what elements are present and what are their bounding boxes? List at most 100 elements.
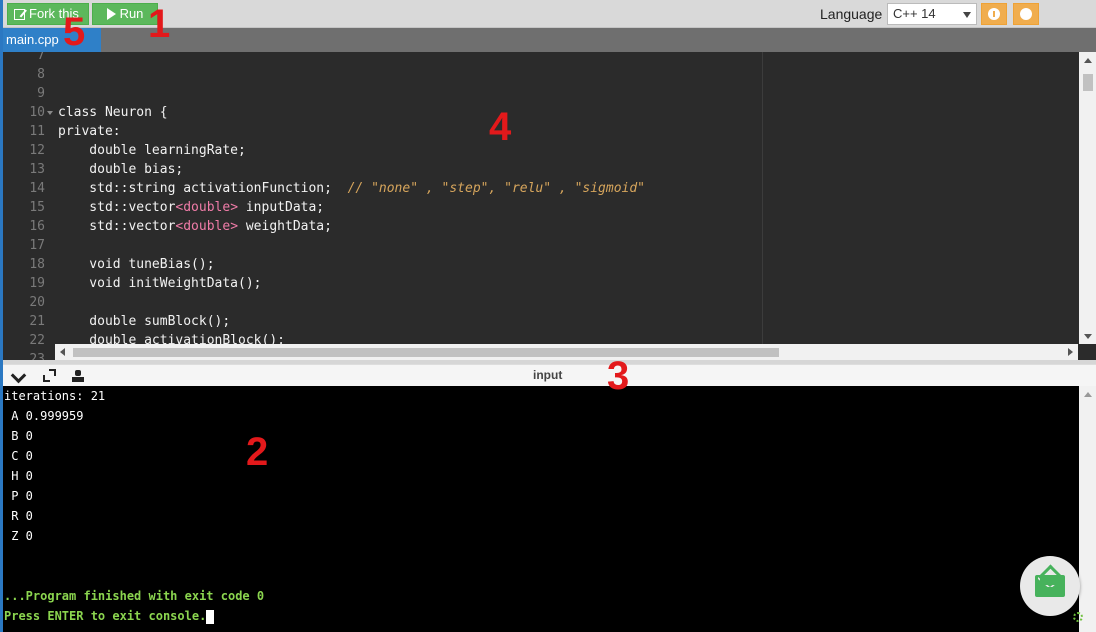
code-line[interactable]: private: — [58, 122, 121, 141]
code-line[interactable]: std::vector<double> inputData; — [58, 198, 324, 217]
code-line[interactable]: double sumBlock(); — [58, 312, 230, 331]
code-text: void initWeightData(); — [58, 276, 262, 291]
annotation-4: 4 — [489, 105, 512, 149]
line-number: 11 — [29, 124, 45, 139]
code-text-rest: weightData; — [238, 219, 332, 234]
console-line-text: H 0 — [4, 469, 33, 483]
code-text: double activationBlock(); — [58, 333, 285, 344]
line-number: 17 — [29, 238, 45, 253]
scroll-thumb[interactable] — [1083, 74, 1093, 91]
line-number: 20 — [29, 295, 45, 310]
code-comment: // "none" , "step", "relu" , "sigmoid" — [347, 181, 646, 196]
line-number: 7 — [37, 52, 45, 63]
output-console[interactable]: iterations: 21 A 0.999959 B 0 C 0 H 0 P … — [3, 386, 1096, 632]
code-text: double sumBlock(); — [58, 314, 231, 329]
scroll-right-icon[interactable] — [1068, 348, 1073, 356]
code-text: class Neuron { — [58, 105, 168, 120]
console-cursor — [206, 609, 215, 624]
info-icon — [988, 8, 1000, 20]
play-icon — [106, 8, 116, 20]
stamp-icon[interactable] — [71, 369, 85, 383]
line-number: 21 — [29, 314, 45, 329]
chevron-down-icon[interactable] — [10, 367, 27, 384]
run-button-label: Run — [119, 6, 144, 21]
code-text: void tuneBias(); — [58, 257, 215, 272]
fork-icon — [14, 8, 25, 20]
code-line[interactable]: void tuneBias(); — [58, 255, 215, 274]
code-line[interactable]: void initWeightData(); — [58, 274, 262, 293]
line-number: 18 — [29, 257, 45, 272]
code-template-arg: <double> — [175, 219, 239, 234]
code-text-area[interactable]: class Neuron { private: double learningRa… — [58, 52, 1078, 344]
console-line: R 0 — [4, 506, 33, 526]
line-number: 15 — [29, 200, 45, 215]
line-number: 16 — [29, 219, 45, 234]
envelope-icon — [1035, 575, 1065, 597]
console-line-text: B 0 — [4, 429, 33, 443]
annotation-5: 5 — [63, 10, 86, 54]
chevron-down-icon — [963, 12, 971, 18]
console-line: iterations: 21 — [4, 386, 105, 406]
annotation-3: 3 — [607, 354, 630, 398]
console-line-text: C 0 — [4, 449, 33, 463]
code-line[interactable]: double learningRate; — [58, 141, 246, 160]
console-line: H 0 — [4, 466, 33, 486]
code-editor[interactable]: 7 8 9 10 11 12 13 14 15 16 17 18 19 20 21 22 23 class Ne… — [3, 52, 1096, 360]
feedback-button[interactable] — [1020, 556, 1080, 616]
line-number: 19 — [29, 276, 45, 291]
annotation-2: 2 — [246, 430, 269, 474]
editor-vertical-scrollbar[interactable] — [1079, 52, 1096, 344]
console-header: input — [3, 364, 1096, 386]
settings-button[interactable] — [1013, 3, 1039, 25]
language-select[interactable]: C++ 14 — [887, 3, 977, 25]
console-line-text: Z 0 — [4, 529, 33, 543]
tab-main-cpp[interactable]: main.cpp — [3, 28, 101, 52]
console-vertical-scrollbar[interactable] — [1079, 386, 1096, 632]
line-number: 10 — [29, 105, 45, 120]
console-line-text: P 0 — [4, 489, 33, 503]
console-line-text: A 0.999959 — [4, 409, 84, 423]
console-line: ...Program finished with exit code 0 — [4, 586, 264, 606]
console-line-text: iterations: 21 — [4, 389, 106, 403]
code-text: std::string activationFunction; — [58, 181, 348, 196]
line-number: 9 — [37, 86, 45, 101]
code-text: std::vector — [58, 219, 176, 234]
editor-horizontal-scrollbar[interactable] — [55, 344, 1078, 360]
scroll-left-icon[interactable] — [60, 348, 65, 356]
print-margin — [762, 52, 763, 344]
console-line: P 0 — [4, 486, 33, 506]
code-text: double learningRate; — [58, 143, 246, 158]
code-line[interactable]: double bias; — [58, 160, 183, 179]
line-number-gutter: 7 8 9 10 11 12 13 14 15 16 17 18 19 20 21 22 23 — [3, 52, 55, 360]
code-line[interactable]: std::vector<double> weightData; — [58, 217, 332, 236]
code-line[interactable]: class Neuron { — [58, 103, 168, 122]
code-line[interactable]: std::string activationFunction; // "none… — [58, 179, 645, 198]
line-number: 13 — [29, 162, 45, 177]
console-line: A 0.999959 — [4, 406, 83, 426]
gear-icon[interactable] — [1073, 612, 1083, 622]
console-input-label: input — [533, 368, 563, 382]
console-line: Z 0 — [4, 526, 33, 546]
fold-arrow-icon[interactable] — [47, 111, 53, 115]
code-text: double bias; — [58, 162, 184, 177]
gear-icon — [1021, 9, 1031, 19]
code-template-arg: <double> — [175, 200, 239, 215]
language-label: Language — [820, 6, 883, 22]
scroll-down-icon[interactable] — [1084, 334, 1092, 339]
line-number: 12 — [29, 143, 45, 158]
console-line-text: Press ENTER to exit console. — [4, 609, 207, 623]
code-text: private: — [58, 124, 121, 139]
info-button[interactable] — [981, 3, 1007, 25]
scroll-up-icon[interactable] — [1084, 58, 1092, 63]
console-line-text: R 0 — [4, 509, 33, 523]
line-number: 14 — [29, 181, 45, 196]
expand-icon[interactable] — [43, 369, 57, 383]
console-line: Press ENTER to exit console. — [4, 606, 215, 626]
code-line[interactable]: double activationBlock(); — [58, 331, 285, 344]
line-number: 22 — [29, 333, 45, 348]
scroll-thumb-horizontal[interactable] — [73, 348, 779, 357]
annotation-1: 1 — [148, 2, 171, 46]
line-number: 8 — [37, 67, 45, 82]
code-text: std::vector — [58, 200, 176, 215]
scroll-up-icon[interactable] — [1084, 392, 1092, 397]
